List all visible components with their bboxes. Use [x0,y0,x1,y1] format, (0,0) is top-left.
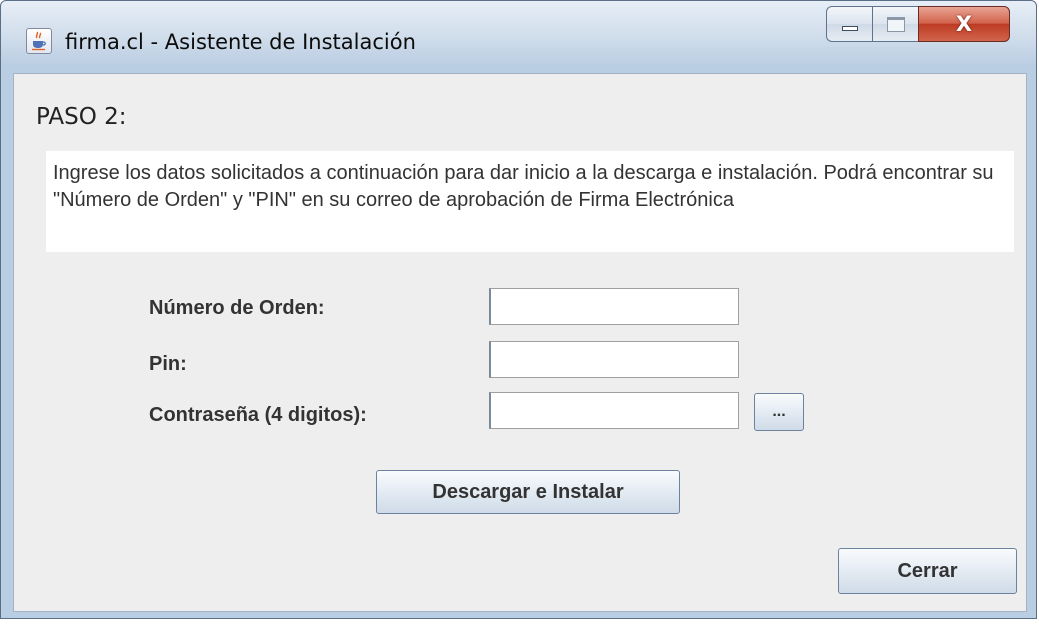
password-label: Contraseña (4 digitos): [149,404,367,426]
browse-button[interactable]: ... [754,393,804,431]
pin-field[interactable] [489,341,739,378]
window-controls: X [826,6,1010,42]
step-heading: PASO 2: [36,104,127,130]
close-button[interactable]: Cerrar [838,548,1017,594]
download-install-button[interactable]: Descargar e Instalar [376,470,680,514]
window-title: firma.cl - Asistente de Instalación [65,30,416,54]
password-input[interactable] [491,393,738,428]
close-window-button[interactable]: X [918,6,1010,42]
close-icon: X [955,12,973,36]
minimize-button[interactable] [826,6,872,42]
order-number-field[interactable] [489,288,739,325]
pin-input[interactable] [491,342,738,377]
java-cup-icon [26,28,52,54]
dialog-content: PASO 2: Ingrese los datos solicitados a … [13,73,1027,612]
instructions-text: Ingrese los datos solicitados a continua… [46,151,1014,252]
title-bar[interactable]: firma.cl - Asistente de Instalación X [1,1,1036,79]
minimize-icon [842,26,858,31]
password-field[interactable] [489,392,739,429]
maximize-icon [887,17,905,32]
pin-label: Pin: [149,353,187,375]
order-number-label: Número de Orden: [149,297,325,319]
installer-window: firma.cl - Asistente de Instalación X PA… [0,0,1037,619]
order-number-input[interactable] [491,289,738,324]
maximize-button[interactable] [872,6,918,42]
